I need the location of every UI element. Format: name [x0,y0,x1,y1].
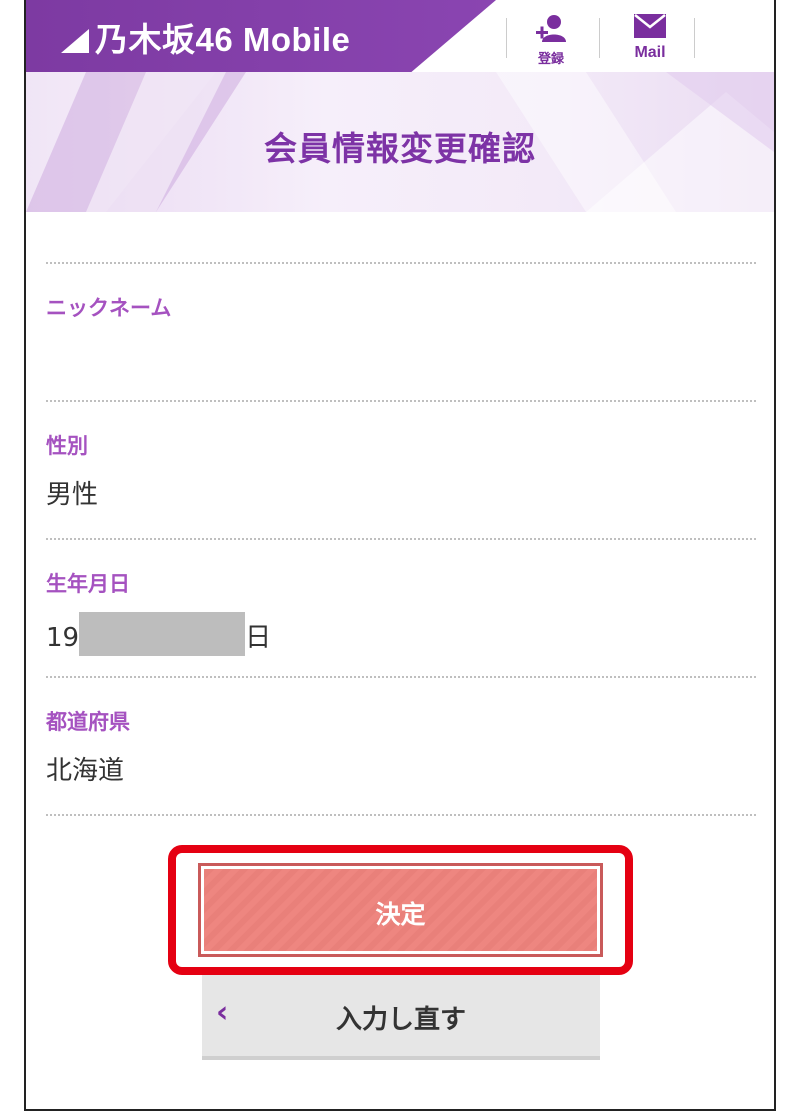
nickname-label: ニックネーム [46,296,172,320]
prefecture-row: 都道府県 北海道 [46,676,756,816]
triangle-logo-icon [61,29,89,53]
birthday-day-suffix: 日 [245,623,272,653]
register-button[interactable]: 登録 [515,14,587,66]
birthday-value: 19 日 [46,612,271,656]
page-frame: 乃木坂46 Mobile 登録 Mail 会員情報変更確認 ニックネーム 性別 … [24,0,776,1111]
re-enter-label: 入力し直す [335,1005,466,1035]
title-banner: 会員情報変更確認 [26,72,774,212]
add-user-icon [536,15,566,42]
brand-name: 乃木坂46 Mobile [95,21,351,58]
brand-logo[interactable]: 乃木坂46 Mobile [61,13,350,61]
confirm-label: 決定 [375,900,426,929]
nickname-row: ニックネーム [46,262,756,402]
redacted-block [79,612,246,656]
divider [46,814,756,816]
header-divider [694,18,695,58]
mail-icon [634,14,666,38]
birthday-year-prefix: 19 [46,623,80,653]
brand-bar[interactable]: 乃木坂46 Mobile [26,0,496,72]
header-divider [599,18,600,58]
register-label: 登録 [537,51,564,66]
gender-label: 性別 [46,434,88,458]
mail-label: Mail [634,44,666,61]
gender-value: 男性 [46,480,99,510]
birthday-row: 生年月日 19 日 [46,538,756,678]
prefecture-label: 都道府県 [46,710,130,734]
header-divider [506,18,507,58]
mail-button[interactable]: Mail [614,14,686,64]
confirm-button[interactable]: 決定 [198,863,603,957]
gender-row: 性別 男性 [46,400,756,540]
re-enter-button[interactable]: ‹ 入力し直す [202,975,600,1060]
birthday-label: 生年月日 [46,572,130,596]
page-title: 会員情報変更確認 [264,129,536,168]
site-header: 乃木坂46 Mobile 登録 Mail [26,0,774,72]
prefecture-value: 北海道 [46,756,125,786]
